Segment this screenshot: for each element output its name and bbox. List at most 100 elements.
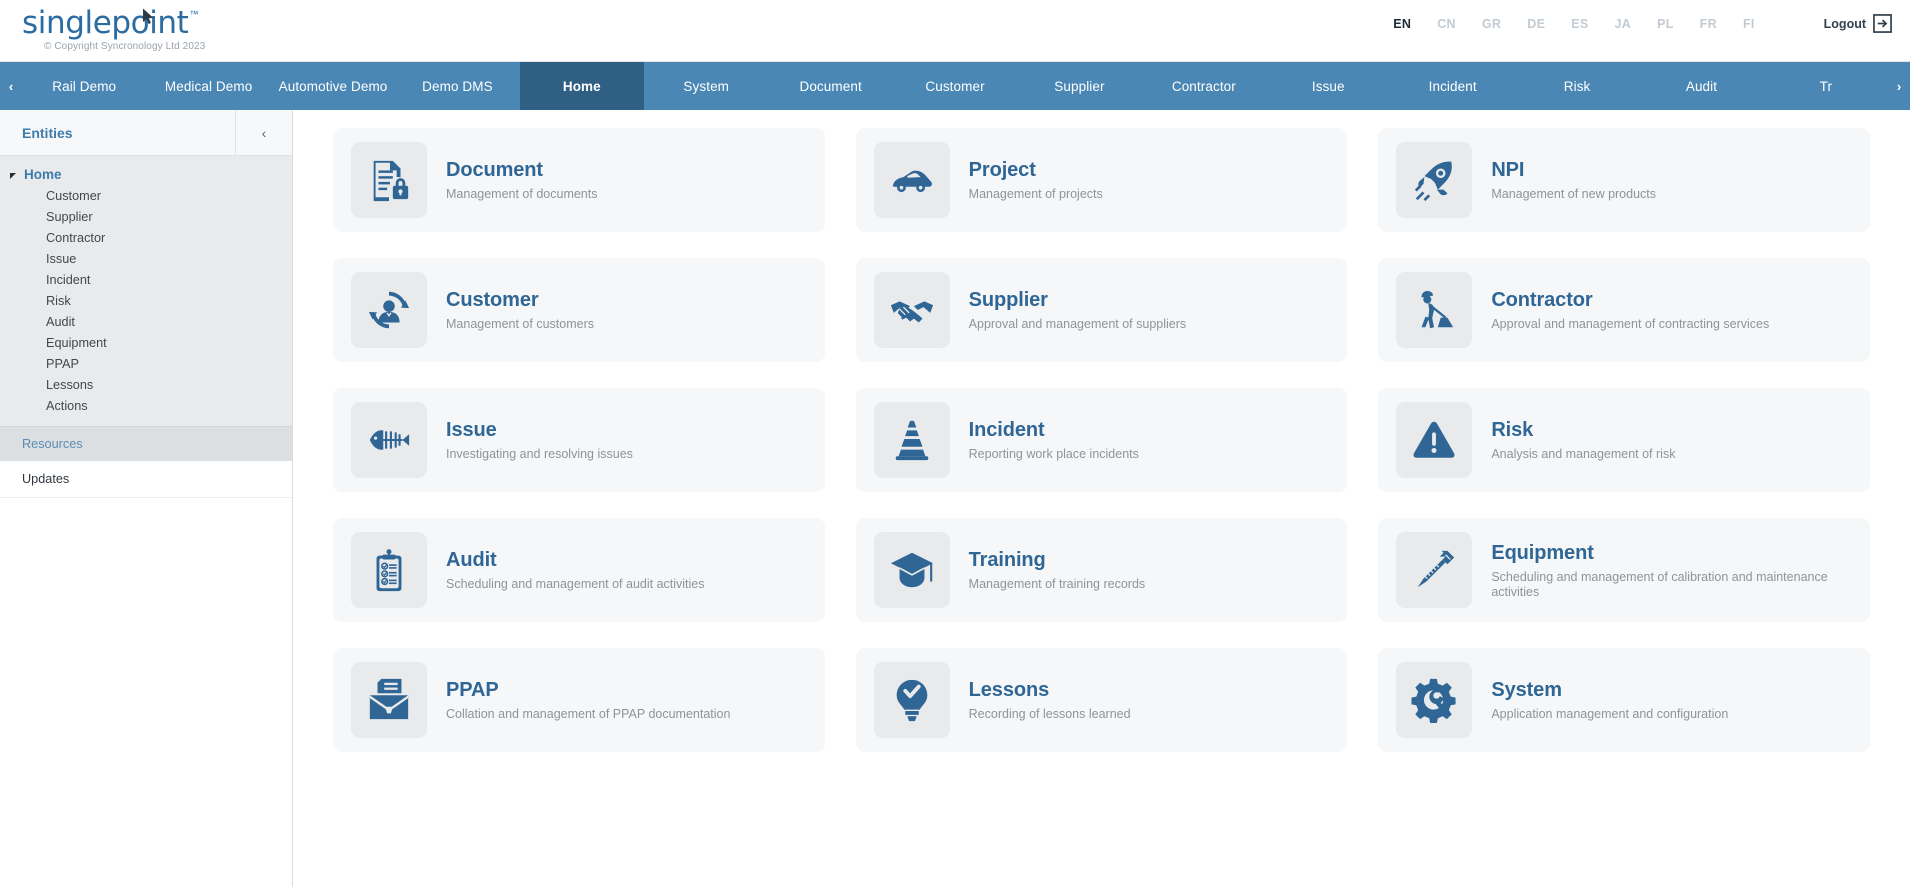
nav-item-home[interactable]: Home: [519, 62, 645, 110]
sidebar-item-customer[interactable]: Customer: [0, 185, 292, 206]
sidebar-item-updates[interactable]: Updates: [0, 461, 292, 498]
logout-button[interactable]: Logout: [1824, 14, 1892, 33]
gear-wrench-icon: [1396, 662, 1473, 738]
sidebar-item-risk[interactable]: Risk: [0, 290, 292, 311]
nav-item-rail-demo[interactable]: Rail Demo: [22, 62, 146, 110]
nav-item-customer[interactable]: Customer: [893, 62, 1017, 110]
sidebar-item-contractor[interactable]: Contractor: [0, 227, 292, 248]
card-subtitle: Management of projects: [968, 187, 1103, 201]
sidebar-item-equipment[interactable]: Equipment: [0, 332, 292, 353]
nav-item-audit[interactable]: Audit: [1639, 62, 1763, 110]
card-system[interactable]: System Application management and config…: [1378, 648, 1870, 752]
language-option-es[interactable]: ES: [1558, 17, 1601, 31]
card-title: Audit: [446, 549, 497, 571]
nav-scroll-right-icon[interactable]: ›: [1888, 62, 1910, 110]
card-subtitle: Analysis and management of risk: [1491, 447, 1676, 461]
logo-text: singlepoint: [22, 5, 189, 41]
language-option-gr[interactable]: GR: [1469, 17, 1514, 31]
card-subtitle: Recording of lessons learned: [968, 707, 1131, 721]
cursor-arrow-icon: [143, 8, 154, 24]
card-supplier[interactable]: Supplier Approval and management of supp…: [855, 258, 1348, 362]
card-equipment[interactable]: Equipment Scheduling and management of c…: [1378, 518, 1870, 622]
nav-item-automotive-demo[interactable]: Automotive Demo: [271, 62, 395, 110]
card-training[interactable]: Training Management of training records: [855, 518, 1348, 622]
language-option-en[interactable]: EN: [1380, 17, 1424, 31]
card-title: Lessons: [968, 679, 1050, 701]
card-title: Equipment: [1491, 541, 1594, 564]
sidebar-tree-root-label: Home: [24, 167, 62, 182]
nav-item-supplier[interactable]: Supplier: [1017, 62, 1141, 110]
card-text: NPI Management of new products: [1491, 158, 1656, 202]
sidebar-item-lessons[interactable]: Lessons: [0, 374, 292, 395]
nav-scroll-left-icon[interactable]: ‹: [0, 62, 22, 110]
sidebar: Entities ‹ Home Customer Supplier Contra…: [0, 110, 293, 887]
sidebar-item-incident[interactable]: Incident: [0, 269, 292, 290]
card-text: Lessons Recording of lessons learned: [969, 678, 1131, 722]
card-issue[interactable]: Issue Investigating and resolving issues: [333, 388, 825, 492]
language-option-fi[interactable]: FI: [1730, 17, 1768, 31]
sidebar-section-resources[interactable]: Resources: [0, 426, 292, 461]
sidebar-tree-root-home[interactable]: Home: [0, 164, 292, 185]
language-option-ja[interactable]: JA: [1602, 17, 1645, 31]
card-lessons[interactable]: Lessons Recording of lessons learned: [855, 648, 1348, 752]
sidebar-collapse-button[interactable]: ‹: [235, 110, 292, 155]
card-project[interactable]: Project Management of projects: [855, 128, 1348, 232]
language-option-pl[interactable]: PL: [1644, 17, 1687, 31]
card-text: System Application management and config…: [1491, 678, 1728, 722]
language-option-de[interactable]: DE: [1514, 17, 1558, 31]
sidebar-item-issue[interactable]: Issue: [0, 248, 292, 269]
main-navigation: ‹ Rail Demo Medical Demo Automotive Demo…: [0, 62, 1910, 110]
nav-item-incident[interactable]: Incident: [1390, 62, 1514, 110]
nav-item-system[interactable]: System: [644, 62, 768, 110]
sidebar-title: Entities: [22, 124, 73, 141]
card-npi[interactable]: NPI Management of new products: [1378, 128, 1870, 232]
sidebar-tree: Home Customer Supplier Contractor Issue …: [0, 156, 292, 426]
warning-triangle-icon: [1396, 402, 1473, 478]
sidebar-header: Entities ‹: [0, 110, 292, 156]
logo-trademark-icon: ™: [189, 8, 199, 19]
card-contractor[interactable]: Contractor Approval and management of co…: [1378, 258, 1870, 362]
card-subtitle: Investigating and resolving issues: [446, 447, 633, 461]
nav-item-medical-demo[interactable]: Medical Demo: [146, 62, 270, 110]
logout-label: Logout: [1823, 16, 1866, 31]
card-subtitle: Management of customers: [446, 317, 594, 331]
traffic-cone-icon: [873, 402, 950, 478]
document-lock-icon: [351, 142, 427, 218]
sidebar-item-audit[interactable]: Audit: [0, 311, 292, 332]
module-card-grid: Document Management of documents Project…: [333, 128, 1870, 752]
card-document[interactable]: Document Management of documents: [333, 128, 825, 232]
brand-block: singlepoint™ © Copyright Syncronology Lt…: [0, 0, 205, 52]
worker-digging-icon: [1396, 272, 1473, 348]
card-subtitle: Approval and management of suppliers: [968, 317, 1187, 331]
logo[interactable]: singlepoint™: [22, 5, 199, 41]
card-risk[interactable]: Risk Analysis and management of risk: [1378, 388, 1870, 492]
sidebar-item-actions[interactable]: Actions: [0, 395, 292, 416]
card-title: NPI: [1491, 159, 1525, 181]
nav-item-risk[interactable]: Risk: [1515, 62, 1639, 110]
card-subtitle: Application management and configuration: [1491, 707, 1729, 721]
card-subtitle: Approval and management of contracting s…: [1491, 317, 1770, 331]
rocket-icon: [1396, 142, 1473, 218]
card-text: Project Management of projects: [969, 158, 1103, 202]
nav-item-demo-dms[interactable]: Demo DMS: [395, 62, 519, 110]
card-customer[interactable]: Customer Management of customers: [333, 258, 825, 362]
language-option-fr[interactable]: FR: [1687, 17, 1730, 31]
expand-triangle-icon[interactable]: [10, 172, 16, 179]
sidebar-item-supplier[interactable]: Supplier: [0, 206, 292, 227]
card-subtitle: Management of documents: [446, 187, 598, 201]
top-bar: singlepoint™ © Copyright Syncronology Lt…: [0, 0, 1910, 62]
nav-item-training-truncated[interactable]: Tr: [1764, 62, 1888, 110]
nav-item-issue[interactable]: Issue: [1266, 62, 1390, 110]
card-title: Incident: [968, 419, 1045, 441]
sidebar-item-ppap[interactable]: PPAP: [0, 353, 292, 374]
language-option-cn[interactable]: CN: [1424, 17, 1469, 31]
card-text: Equipment Scheduling and management of c…: [1491, 541, 1831, 600]
clipboard-check-icon: [351, 532, 427, 608]
card-ppap[interactable]: PPAP Collation and management of PPAP do…: [333, 648, 825, 752]
card-audit[interactable]: Audit Scheduling and management of audit…: [333, 518, 825, 622]
card-incident[interactable]: Incident Reporting work place incidents: [855, 388, 1348, 492]
nav-item-contractor[interactable]: Contractor: [1142, 62, 1266, 110]
nav-item-document[interactable]: Document: [768, 62, 892, 110]
card-title: Document: [446, 159, 543, 181]
card-text: Document Management of documents: [446, 158, 597, 202]
